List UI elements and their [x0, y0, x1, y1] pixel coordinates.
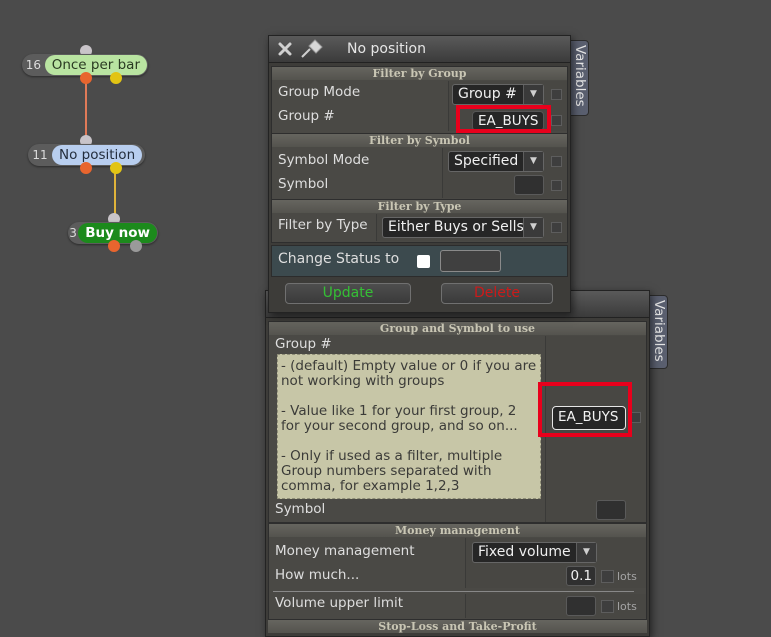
section-header: Money management	[269, 524, 646, 537]
node-output-port[interactable]	[110, 162, 122, 174]
group-mode-label: Group Mode	[278, 84, 361, 100]
volume-limit-label: Volume upper limit	[275, 595, 404, 611]
node-label: No position	[52, 145, 143, 165]
help-line: - Value like 1 for your first group, 2 f…	[281, 403, 518, 434]
node-number: 16	[25, 58, 41, 72]
dropdown-value: Specified	[454, 153, 519, 169]
variables-tab-label: Variables	[572, 45, 588, 107]
variables-tab-label: Variables	[651, 300, 667, 362]
filter-type-checkbox[interactable]	[551, 222, 562, 233]
section-header: Filter by Type	[272, 200, 567, 213]
node-output-port[interactable]	[108, 240, 120, 252]
dropdown-value: Either Buys or Sells	[388, 219, 524, 235]
pin-icon[interactable]	[300, 39, 326, 59]
group-mode-dropdown[interactable]: Group # ▼	[452, 84, 544, 105]
group-number-checkbox[interactable]	[551, 115, 562, 126]
group-number-label: Group #	[278, 108, 335, 124]
change-status-label: Change Status to	[278, 251, 400, 267]
chevron-down-icon: ▼	[523, 218, 543, 237]
node-number: 3	[69, 226, 77, 240]
node-label: Once per bar	[44, 55, 147, 75]
filter-symbol-section: Filter by Symbol Symbol Mode Specified ▼…	[271, 133, 568, 200]
variables-tab[interactable]: Variables	[569, 40, 589, 116]
highlight-box	[538, 382, 632, 437]
symbol-input[interactable]	[514, 175, 544, 195]
node-output-port[interactable]	[80, 72, 92, 84]
volume-limit-checkbox[interactable]	[601, 600, 614, 613]
node-output-port[interactable]	[110, 72, 122, 84]
lots-unit: lots	[617, 600, 637, 613]
popup-titlebar[interactable]: No position	[269, 36, 570, 63]
chevron-down-icon: ▼	[523, 152, 543, 171]
symbol-mode-label: Symbol Mode	[278, 152, 370, 168]
lots-unit: lots	[617, 570, 637, 583]
update-button[interactable]: Update	[285, 283, 411, 304]
divider	[273, 591, 634, 592]
symbol-label: Symbol	[278, 176, 329, 192]
how-much-checkbox[interactable]	[601, 570, 614, 583]
help-line: - (default) Empty value or 0 if you are …	[281, 358, 537, 389]
symbol-label: Symbol	[275, 501, 326, 517]
money-management-dropdown[interactable]: Fixed volume ▼	[472, 542, 597, 563]
symbol-input[interactable]	[596, 500, 626, 520]
node-number: 11	[32, 148, 48, 162]
filter-type-label: Filter by Type	[278, 217, 368, 233]
section-header: Group and Symbol to use	[269, 322, 646, 335]
node-output-port[interactable]	[130, 240, 142, 252]
dropdown-value: Fixed volume	[478, 544, 571, 560]
node-label: Buy now	[78, 223, 157, 243]
group-help-text: - (default) Empty value or 0 if you are …	[277, 354, 541, 499]
filter-type-section: Filter by Type Filter by Type Either Buy…	[271, 199, 568, 243]
symbol-mode-checkbox[interactable]	[551, 156, 562, 167]
delete-button[interactable]: Delete	[441, 283, 553, 304]
highlight-box	[456, 105, 551, 133]
chevron-down-icon: ▼	[576, 543, 596, 562]
section-header: Filter by Group	[272, 67, 567, 80]
symbol-checkbox[interactable]	[551, 180, 562, 191]
filter-type-dropdown[interactable]: Either Buys or Sells ▼	[382, 217, 544, 238]
help-line: - Only if used as a filter, multiple Gro…	[281, 448, 503, 494]
chevron-down-icon: ▼	[523, 85, 543, 104]
change-status-row: Change Status to	[271, 245, 568, 277]
group-mode-checkbox[interactable]	[551, 89, 562, 100]
node-output-port[interactable]	[80, 162, 92, 174]
variables-tab[interactable]: Variables	[648, 295, 668, 369]
node-settings-panel: Group and Symbol to use Group # - (defau…	[265, 290, 650, 637]
money-management-section: Money management Money management Fixed …	[268, 523, 647, 620]
how-much-value: 0.1	[570, 568, 592, 584]
dropdown-value: Group #	[458, 86, 517, 102]
volume-limit-input[interactable]	[566, 596, 596, 616]
money-management-label: Money management	[275, 543, 415, 559]
change-status-select[interactable]	[440, 250, 501, 272]
symbol-mode-dropdown[interactable]: Specified ▼	[448, 151, 544, 172]
how-much-label: How much...	[275, 567, 360, 583]
no-position-popup: No position Filter by Group Group Mode G…	[268, 35, 571, 313]
change-status-checkbox[interactable]	[417, 255, 430, 268]
group-label: Group #	[275, 336, 332, 352]
section-header: Filter by Symbol	[272, 134, 567, 147]
close-icon[interactable]	[277, 41, 293, 57]
how-much-input[interactable]: 0.1	[566, 566, 596, 586]
popup-title: No position	[347, 41, 426, 57]
